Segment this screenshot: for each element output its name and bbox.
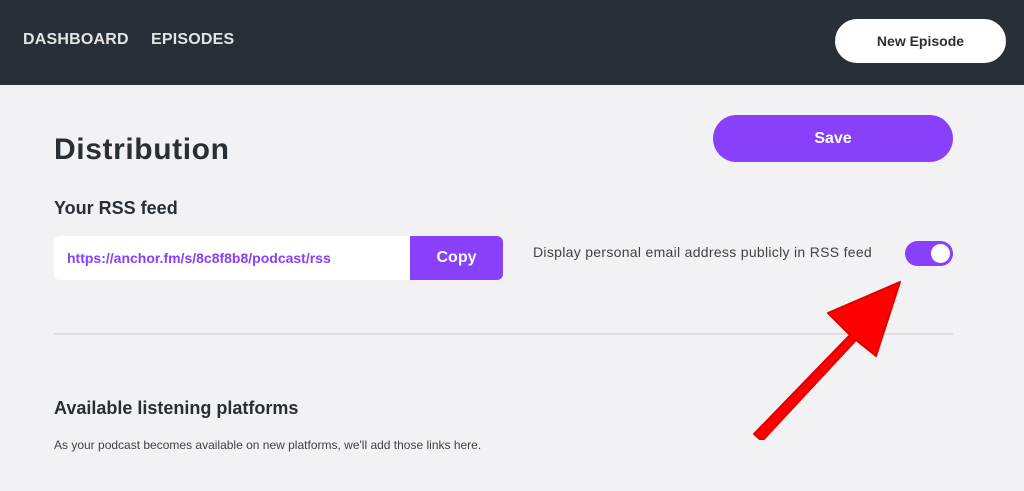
copy-button[interactable]: Copy xyxy=(410,236,503,280)
nav-episodes-link[interactable]: EPISODES xyxy=(151,31,234,49)
top-navigation-bar: DASHBOARD EPISODES New Episode xyxy=(0,0,1024,85)
email-toggle-label: Display personal email address publicly … xyxy=(533,244,873,260)
new-episode-button[interactable]: New Episode xyxy=(835,19,1006,63)
rss-url-field[interactable]: https://anchor.fm/s/8c8f8b8/podcast/rss xyxy=(54,236,412,280)
email-public-toggle[interactable] xyxy=(905,241,953,266)
nav-dashboard-link[interactable]: DASHBOARD xyxy=(23,31,129,49)
toggle-knob xyxy=(931,244,950,263)
page-title: Distribution xyxy=(54,133,230,166)
rss-feed-heading: Your RSS feed xyxy=(54,198,178,218)
annotation-arrow-icon xyxy=(753,281,901,440)
save-button[interactable]: Save xyxy=(713,115,953,162)
platforms-description: As your podcast becomes available on new… xyxy=(54,438,482,452)
platforms-heading: Available listening platforms xyxy=(54,398,299,418)
